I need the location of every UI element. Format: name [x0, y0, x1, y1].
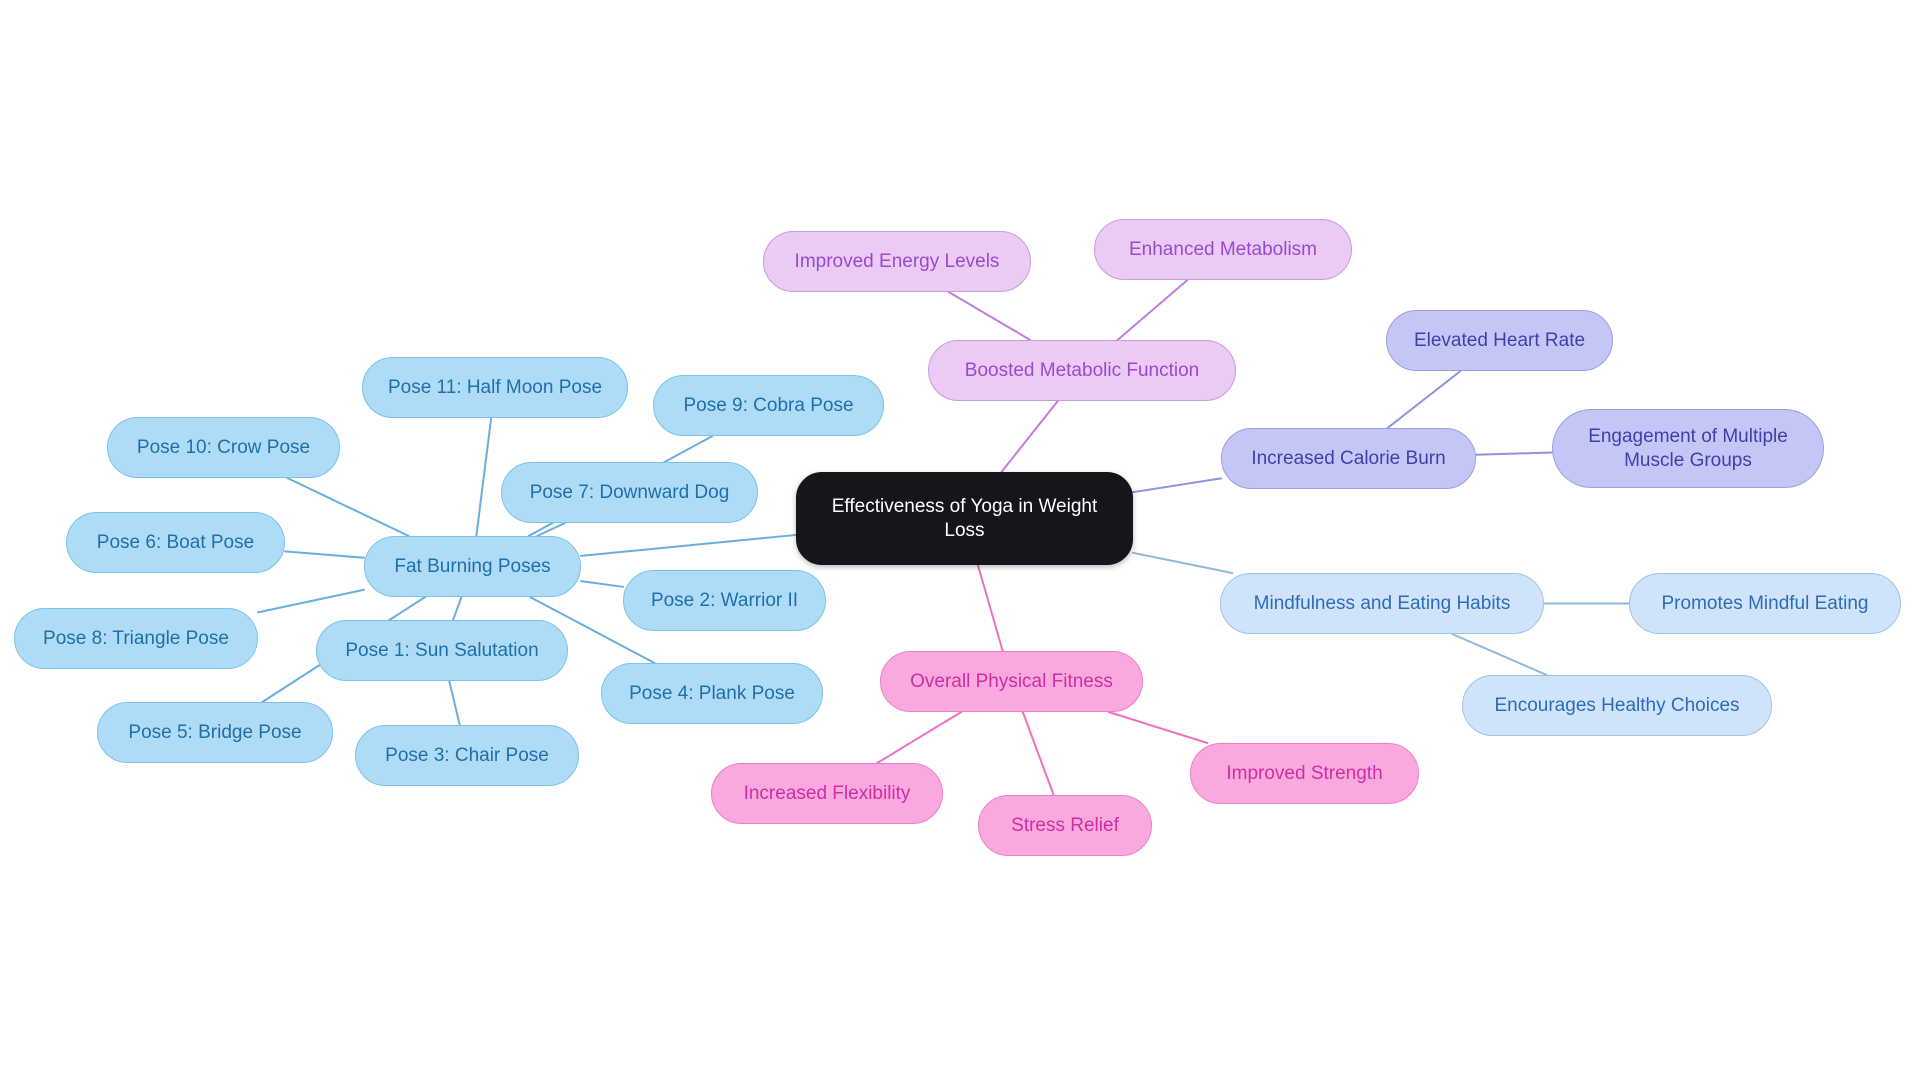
mindmap-node-p9[interactable]: Pose 9: Cobra Pose: [653, 375, 884, 436]
edge-root-calorie: [1132, 477, 1222, 494]
edge-root-fat: [580, 533, 797, 557]
mindmap-node-calorie[interactable]: Increased Calorie Burn: [1221, 428, 1476, 489]
mindmap-node-stress[interactable]: Stress Relief: [978, 795, 1152, 856]
edge-fat-p10: [286, 477, 410, 537]
edge-p1-p3: [448, 680, 461, 726]
edge-root-boost: [1000, 400, 1059, 473]
edge-fat-p6: [284, 550, 365, 559]
mindmap-node-flex[interactable]: Increased Flexibility: [711, 763, 943, 824]
edge-fat-p1: [452, 596, 463, 621]
mindmap-node-muscle[interactable]: Engagement of Multiple Muscle Groups: [1552, 409, 1824, 488]
mindmap-canvas: Effectiveness of Yoga in Weight Loss Fat …: [0, 0, 1920, 1083]
mindmap-node-fat[interactable]: Fat Burning Poses: [364, 536, 581, 597]
mindmap-node-p4[interactable]: Pose 4: Plank Pose: [601, 663, 823, 724]
edge-root-fitness: [976, 564, 1004, 652]
mindmap-node-heart[interactable]: Elevated Heart Rate: [1386, 310, 1613, 371]
edge-fat-p8: [257, 588, 365, 614]
edge-boost-energy: [947, 291, 1032, 341]
mindmap-node-energy[interactable]: Improved Energy Levels: [763, 231, 1031, 292]
mindmap-node-p10[interactable]: Pose 10: Crow Pose: [107, 417, 340, 478]
mindmap-node-metab[interactable]: Enhanced Metabolism: [1094, 219, 1352, 280]
edge-fitness-stress: [1021, 711, 1055, 796]
mindmap-node-fitness[interactable]: Overall Physical Fitness: [880, 651, 1143, 712]
edge-calorie-heart: [1386, 370, 1462, 429]
mindmap-node-p7[interactable]: Pose 7: Downward Dog: [501, 462, 758, 523]
mindmap-node-root[interactable]: Effectiveness of Yoga in Weight Loss: [796, 472, 1133, 565]
mindmap-node-strength[interactable]: Improved Strength: [1190, 743, 1419, 804]
mindmap-node-mind[interactable]: Mindfulness and Eating Habits: [1220, 573, 1544, 634]
mindmap-node-p8[interactable]: Pose 8: Triangle Pose: [14, 608, 258, 669]
edge-mind-healthy: [1451, 633, 1548, 676]
edge-fat-p2: [580, 580, 624, 588]
edge-boost-metab: [1116, 279, 1189, 341]
mindmap-node-boost[interactable]: Boosted Metabolic Function: [928, 340, 1236, 401]
mindmap-node-promote[interactable]: Promotes Mindful Eating: [1629, 573, 1901, 634]
edge-fat-p7: [536, 522, 566, 537]
edge-calorie-muscle: [1475, 451, 1553, 456]
edge-fat-p11: [475, 417, 493, 537]
mindmap-node-p1[interactable]: Pose 1: Sun Salutation: [316, 620, 568, 681]
mindmap-node-p5[interactable]: Pose 5: Bridge Pose: [97, 702, 333, 763]
mindmap-node-p2[interactable]: Pose 2: Warrior II: [623, 570, 826, 631]
mindmap-node-healthy[interactable]: Encourages Healthy Choices: [1462, 675, 1772, 736]
mindmap-node-p3[interactable]: Pose 3: Chair Pose: [355, 725, 579, 786]
mindmap-node-p11[interactable]: Pose 11: Half Moon Pose: [362, 357, 628, 418]
edge-fitness-flex: [876, 711, 963, 764]
edge-root-mind: [1132, 551, 1234, 574]
edge-fitness-strength: [1107, 711, 1209, 744]
mindmap-node-p6[interactable]: Pose 6: Boat Pose: [66, 512, 285, 573]
